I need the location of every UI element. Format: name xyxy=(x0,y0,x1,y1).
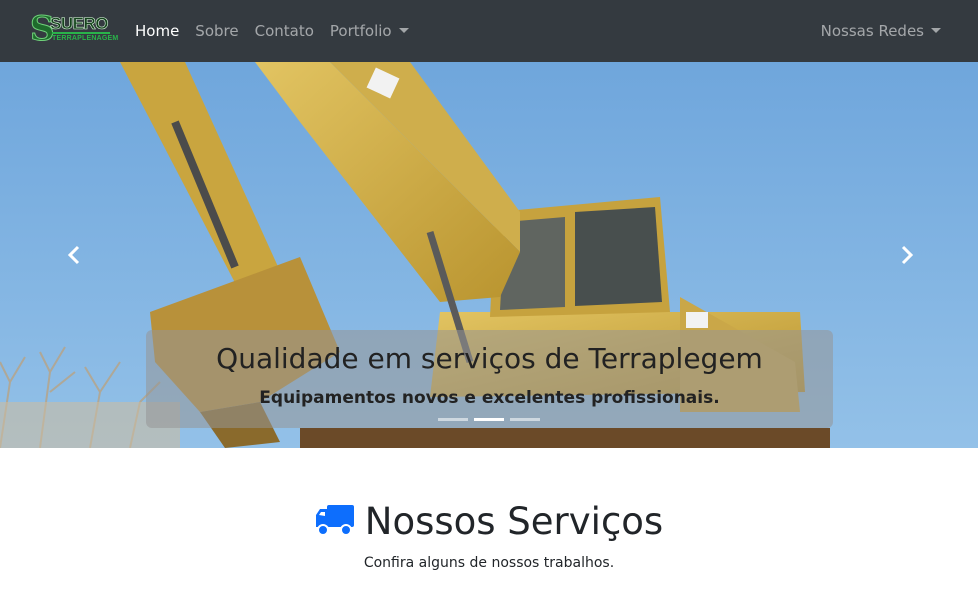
nav-contato[interactable]: Contato xyxy=(255,22,314,40)
carousel-prev-button[interactable] xyxy=(59,240,89,270)
hero-carousel: Qualidade em serviços de Terraplegem Equ… xyxy=(0,62,978,448)
nav-nossas-redes-label: Nossas Redes xyxy=(820,22,924,40)
carousel-indicator-2[interactable] xyxy=(474,418,504,421)
logo-name: SUERO xyxy=(50,14,109,33)
services-title: Nossos Serviços xyxy=(364,500,664,543)
navbar: S SUERO TERRAPLENAGEM Home Sobre Contato… xyxy=(0,0,978,62)
caret-down-icon xyxy=(931,28,941,33)
truck-icon xyxy=(315,505,354,536)
main-nav: Home Sobre Contato Portfolio xyxy=(135,0,425,62)
brand-logo[interactable]: S SUERO TERRAPLENAGEM xyxy=(30,12,119,50)
chevron-left-icon xyxy=(67,245,80,265)
services-subtitle: Confira alguns de nossos trabalhos. xyxy=(363,555,615,571)
caret-down-icon xyxy=(398,28,409,33)
logo-divider xyxy=(52,32,110,34)
caption-title: Qualidade em serviços de Terraplegem xyxy=(216,342,763,375)
caption-text: Equipamentos novos e excelentes profissi… xyxy=(259,388,720,408)
nav-sobre[interactable]: Sobre xyxy=(195,22,238,40)
carousel-indicator-1[interactable] xyxy=(438,418,468,421)
nav-home[interactable]: Home xyxy=(135,22,179,40)
nav-nossas-redes-dropdown[interactable]: Nossas Redes xyxy=(821,22,941,40)
nav-portfolio-label: Portfolio xyxy=(329,22,392,40)
services-heading: Nossos Serviços xyxy=(0,498,978,546)
logo-subtitle: TERRAPLENAGEM xyxy=(52,35,119,42)
carousel-caption: Qualidade em serviços de Terraplegem Equ… xyxy=(146,330,833,428)
carousel-indicator-3[interactable] xyxy=(510,418,540,421)
carousel-indicators xyxy=(438,418,546,421)
nav-right: Nossas Redes xyxy=(821,0,941,62)
nav-portfolio-dropdown[interactable]: Portfolio xyxy=(330,22,409,40)
carousel-next-button[interactable] xyxy=(892,240,922,270)
chevron-right-icon xyxy=(901,245,914,265)
